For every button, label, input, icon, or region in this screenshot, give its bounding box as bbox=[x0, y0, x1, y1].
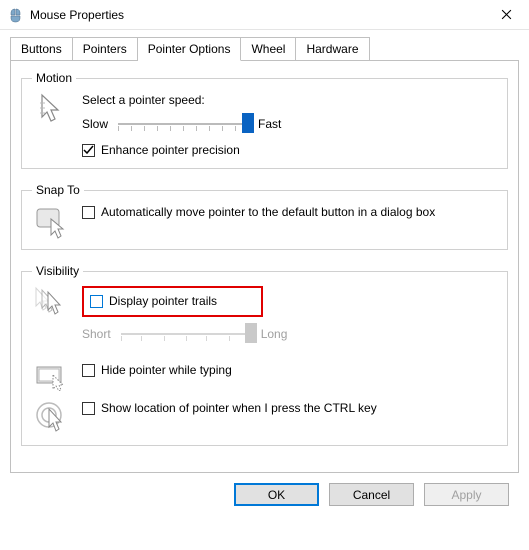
ctrl-locate-checkbox[interactable]: Show location of pointer when I press th… bbox=[82, 401, 497, 416]
title-bar: Mouse Properties bbox=[0, 0, 529, 30]
tab-pointers[interactable]: Pointers bbox=[73, 37, 138, 61]
group-visibility-legend: Visibility bbox=[32, 264, 83, 278]
apply-button: Apply bbox=[424, 483, 509, 506]
checkbox-icon bbox=[90, 295, 103, 308]
ctrl-locate-icon bbox=[32, 401, 72, 435]
dialog-buttons: OK Cancel Apply bbox=[10, 473, 519, 516]
tab-wheel[interactable]: Wheel bbox=[241, 37, 296, 61]
ctrl-locate-label: Show location of pointer when I press th… bbox=[101, 401, 377, 416]
slow-label: Slow bbox=[82, 117, 108, 131]
hide-typing-checkbox[interactable]: Hide pointer while typing bbox=[82, 363, 497, 378]
hide-typing-label: Hide pointer while typing bbox=[101, 363, 232, 378]
tab-hardware[interactable]: Hardware bbox=[296, 37, 369, 61]
enhance-precision-label: Enhance pointer precision bbox=[101, 143, 240, 158]
close-button[interactable] bbox=[484, 0, 529, 30]
snap-to-checkbox[interactable]: Automatically move pointer to the defaul… bbox=[82, 205, 497, 220]
fast-label: Fast bbox=[258, 117, 281, 131]
ok-button[interactable]: OK bbox=[234, 483, 319, 506]
pointer-trails-checkbox[interactable]: Display pointer trails bbox=[90, 294, 217, 309]
long-label: Long bbox=[261, 327, 288, 341]
tab-panel: Motion Select a pointer speed: Slow bbox=[10, 60, 519, 473]
snap-to-label: Automatically move pointer to the defaul… bbox=[101, 205, 435, 220]
highlight-box: Display pointer trails bbox=[82, 286, 263, 317]
enhance-precision-checkbox[interactable]: Enhance pointer precision bbox=[82, 143, 497, 158]
checkbox-icon bbox=[82, 206, 95, 219]
checkbox-icon bbox=[82, 364, 95, 377]
motion-label: Select a pointer speed: bbox=[82, 93, 497, 107]
trails-length-slider bbox=[121, 323, 251, 345]
checkbox-icon bbox=[82, 402, 95, 415]
tab-buttons[interactable]: Buttons bbox=[10, 37, 73, 61]
tab-strip: Buttons Pointers Pointer Options Wheel H… bbox=[10, 37, 519, 61]
window-title: Mouse Properties bbox=[30, 8, 484, 22]
pointer-trails-label: Display pointer trails bbox=[109, 294, 217, 309]
snap-to-icon bbox=[32, 205, 72, 239]
cursor-icon bbox=[32, 93, 72, 127]
tab-pointer-options[interactable]: Pointer Options bbox=[138, 37, 242, 61]
checkbox-icon bbox=[82, 144, 95, 157]
pointer-speed-slider[interactable] bbox=[118, 113, 248, 135]
hide-typing-icon bbox=[32, 363, 72, 391]
group-motion-legend: Motion bbox=[32, 71, 76, 85]
cancel-button[interactable]: Cancel bbox=[329, 483, 414, 506]
pointer-trails-icon bbox=[32, 286, 72, 320]
group-snap-to: Snap To Automatically move pointer to th… bbox=[21, 183, 508, 250]
mouse-icon bbox=[8, 7, 24, 23]
short-label: Short bbox=[82, 327, 111, 341]
group-snapto-legend: Snap To bbox=[32, 183, 84, 197]
group-visibility: Visibility Display bbox=[21, 264, 508, 446]
group-motion: Motion Select a pointer speed: Slow bbox=[21, 71, 508, 169]
